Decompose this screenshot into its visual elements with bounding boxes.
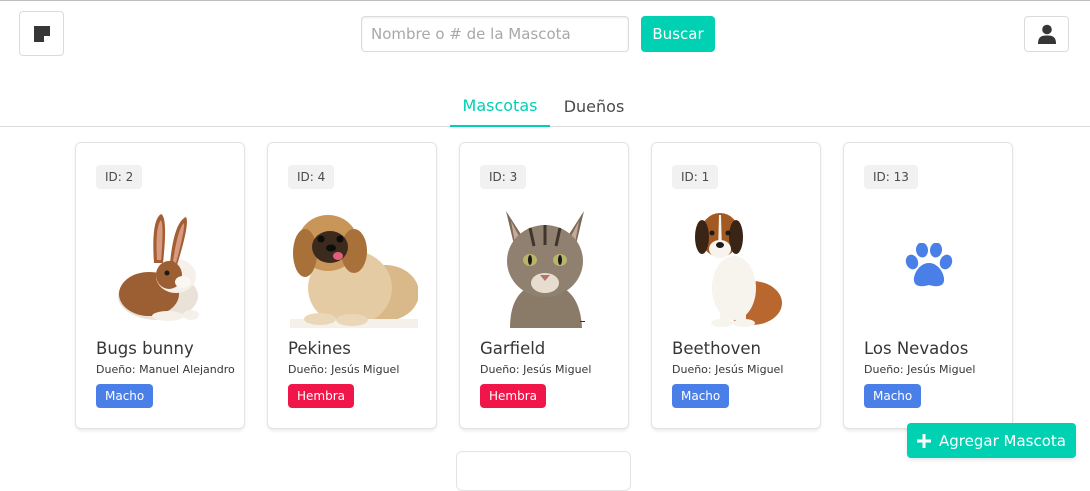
pet-name: Pekines xyxy=(288,339,351,358)
saint-bernard-dog-photo xyxy=(672,203,802,328)
search-input[interactable] xyxy=(361,16,629,52)
add-pet-label: Agregar Mascota xyxy=(939,431,1066,450)
pekingese-dog-photo xyxy=(290,203,418,328)
paw-icon xyxy=(864,203,994,328)
tab-duenos[interactable]: Dueños xyxy=(556,86,632,127)
pet-card[interactable]: ID: 3 Garfield Dueño: Jesús Miguel Hembr… xyxy=(459,142,629,429)
pet-owner: Dueño: Jesús Miguel xyxy=(672,363,784,376)
pet-name: Garfield xyxy=(480,339,546,358)
pet-owner: Dueño: Jesús Miguel xyxy=(480,363,592,376)
sticky-note-icon xyxy=(33,25,50,42)
pet-card[interactable]: ID: 2 Bugs bunny Dueño: Manuel Alejandro… xyxy=(75,142,245,429)
sex-tag-male: Macho xyxy=(864,384,922,408)
pet-id-tag: ID: 3 xyxy=(480,165,527,189)
sex-tag-male: Macho xyxy=(672,384,730,408)
pet-card-partial[interactable] xyxy=(456,451,631,491)
user-icon xyxy=(1037,24,1056,44)
tab-mascotas[interactable]: Mascotas xyxy=(450,86,550,127)
pet-owner: Dueño: Manuel Alejandro xyxy=(96,363,235,376)
top-border xyxy=(0,0,1090,1)
pet-id-tag: ID: 13 xyxy=(864,165,918,189)
pet-card[interactable]: ID: 13 Los Nevados Dueño: Jesús Miguel M… xyxy=(843,142,1013,429)
add-pet-button[interactable]: Agregar Mascota xyxy=(907,423,1076,458)
pet-name: Los Nevados xyxy=(864,339,969,358)
rabbit-photo xyxy=(96,203,226,328)
pet-card[interactable]: ID: 4 Pekines Dueño: Jesús Miguel Hembra xyxy=(267,142,437,429)
sex-tag-female: Hembra xyxy=(288,384,354,408)
user-button[interactable] xyxy=(1024,16,1069,52)
pet-card[interactable]: ID: 1 Beethoven Dueño: Jesús Miguel Mach… xyxy=(651,142,821,429)
tabby-cat-photo xyxy=(480,203,610,328)
pet-owner: Dueño: Jesús Miguel xyxy=(864,363,976,376)
pet-name: Beethoven xyxy=(672,339,762,358)
plus-icon xyxy=(917,433,932,448)
pet-id-tag: ID: 2 xyxy=(96,165,143,189)
pet-owner: Dueño: Jesús Miguel xyxy=(288,363,400,376)
pet-name: Bugs bunny xyxy=(96,339,194,358)
pet-id-tag: ID: 4 xyxy=(288,165,335,189)
tabs-bar: Mascotas Dueños xyxy=(0,86,1090,127)
sex-tag-female: Hembra xyxy=(480,384,546,408)
search-button[interactable]: Buscar xyxy=(641,16,715,52)
menu-button[interactable] xyxy=(19,11,64,56)
pet-id-tag: ID: 1 xyxy=(672,165,719,189)
sex-tag-male: Macho xyxy=(96,384,154,408)
